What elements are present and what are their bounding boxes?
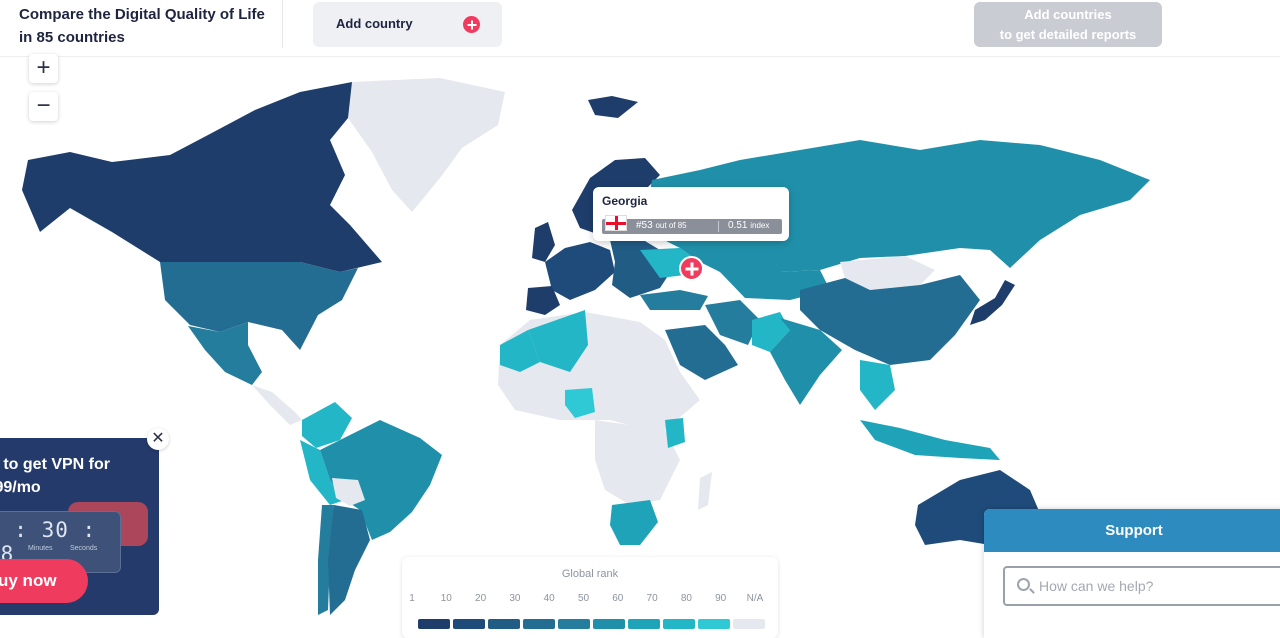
map-region-canada[interactable] xyxy=(22,82,382,272)
tooltip-rank: #53 out of 85 xyxy=(636,220,687,231)
legend-swatch xyxy=(733,619,765,629)
add-country-button[interactable]: Add country xyxy=(313,2,502,47)
map-region-iceland[interactable] xyxy=(588,96,638,118)
map-region-argentina[interactable] xyxy=(328,505,370,615)
map-region-uk[interactable] xyxy=(532,222,555,262)
legend-swatch xyxy=(453,619,485,629)
legend-swatch xyxy=(593,619,625,629)
tooltip-country-name: Georgia xyxy=(602,194,648,208)
map-region-madagascar[interactable] xyxy=(698,472,712,510)
support-title: Support xyxy=(984,509,1280,552)
country-tooltip: Georgia #53 out of 85 0.51 index xyxy=(593,187,789,241)
legend-swatch xyxy=(488,619,520,629)
legend-label: 60 xyxy=(612,593,624,604)
promo-headline-line2: .99/mo xyxy=(0,479,41,496)
legend-swatch xyxy=(418,619,450,629)
tooltip-rank-value: #53 xyxy=(636,220,653,231)
legend-label: 90 xyxy=(715,593,727,604)
legend-label: 70 xyxy=(646,593,658,604)
page-title: Compare the Digital Quality of Life in 8… xyxy=(19,6,265,46)
legend-swatch xyxy=(558,619,590,629)
timer-label-minutes: Minutes xyxy=(28,545,53,552)
legend-swatches xyxy=(418,619,766,629)
tooltip-stats-bar: #53 out of 85 0.51 index xyxy=(602,215,782,234)
header-divider xyxy=(282,0,283,48)
zoom-in-button[interactable]: + xyxy=(29,54,58,83)
support-search-input[interactable] xyxy=(1039,576,1279,596)
map-region-central-america[interactable] xyxy=(252,385,302,425)
legend-label: 30 xyxy=(509,593,521,604)
buy-now-button[interactable]: uy now xyxy=(0,559,88,603)
timer-label-seconds: Seconds xyxy=(70,545,98,552)
legend-labels: 1 10 20 30 40 50 60 70 80 90 N/A xyxy=(409,593,772,605)
map-region-greenland[interactable] xyxy=(348,78,505,212)
tooltip-separator xyxy=(718,221,719,232)
legend-label: 40 xyxy=(543,593,555,604)
legend-swatch xyxy=(523,619,555,629)
promo-headline: e to get VPN for .99/mo xyxy=(0,453,159,499)
legend-swatch xyxy=(628,619,660,629)
detailed-reports-button[interactable]: Add countries to get detailed reports xyxy=(974,2,1162,47)
legend-label: 20 xyxy=(475,593,487,604)
map-region-turkey[interactable] xyxy=(640,290,708,310)
legend-label: 1 xyxy=(409,593,415,604)
map-region-indonesia[interactable] xyxy=(860,420,1000,460)
georgia-flag-icon xyxy=(605,215,627,231)
legend-label: 10 xyxy=(440,593,452,604)
plus-icon xyxy=(463,16,480,33)
legend-label: N/A xyxy=(746,593,764,604)
legend-label: 50 xyxy=(577,593,590,604)
close-icon[interactable]: ✕ xyxy=(147,428,169,450)
legend-label: 80 xyxy=(680,593,692,604)
map-region-south-africa[interactable] xyxy=(610,500,658,545)
legend-title: Global rank xyxy=(561,568,619,580)
reports-button-line1: Add countries xyxy=(1024,7,1112,22)
tooltip-rank-suffix: out of 85 xyxy=(655,221,687,230)
add-country-label: Add country xyxy=(336,16,413,31)
map-region-usa[interactable] xyxy=(160,262,358,350)
promo-headline-line1: e to get VPN for xyxy=(0,456,111,473)
legend-swatch xyxy=(663,619,695,629)
map-region-kenya[interactable] xyxy=(665,418,685,448)
add-georgia-pin-icon[interactable] xyxy=(679,256,704,281)
map-region-western-europe[interactable] xyxy=(545,242,615,300)
tooltip-index-value: 0.51 xyxy=(728,220,748,231)
top-header: Compare the Digital Quality of Life in 8… xyxy=(0,0,1280,57)
search-icon xyxy=(1017,578,1030,591)
tooltip-index-suffix: index xyxy=(750,221,770,230)
support-widget: Support xyxy=(984,509,1280,638)
legend-swatch xyxy=(698,619,730,629)
map-region-mexico[interactable] xyxy=(188,322,262,385)
tooltip-index: 0.51 index xyxy=(728,220,769,231)
reports-button-line2: to get detailed reports xyxy=(999,27,1137,42)
map-region-southeast-asia[interactable] xyxy=(860,360,895,410)
zoom-out-button[interactable]: − xyxy=(29,92,58,121)
vpn-promo-banner: e to get VPN for .99/mo 5 : 30 : 38 urs … xyxy=(0,438,159,615)
rank-legend: Global rank 1 10 20 30 40 50 60 70 80 90 N/A xyxy=(402,557,778,638)
support-search-field[interactable] xyxy=(1003,566,1280,606)
